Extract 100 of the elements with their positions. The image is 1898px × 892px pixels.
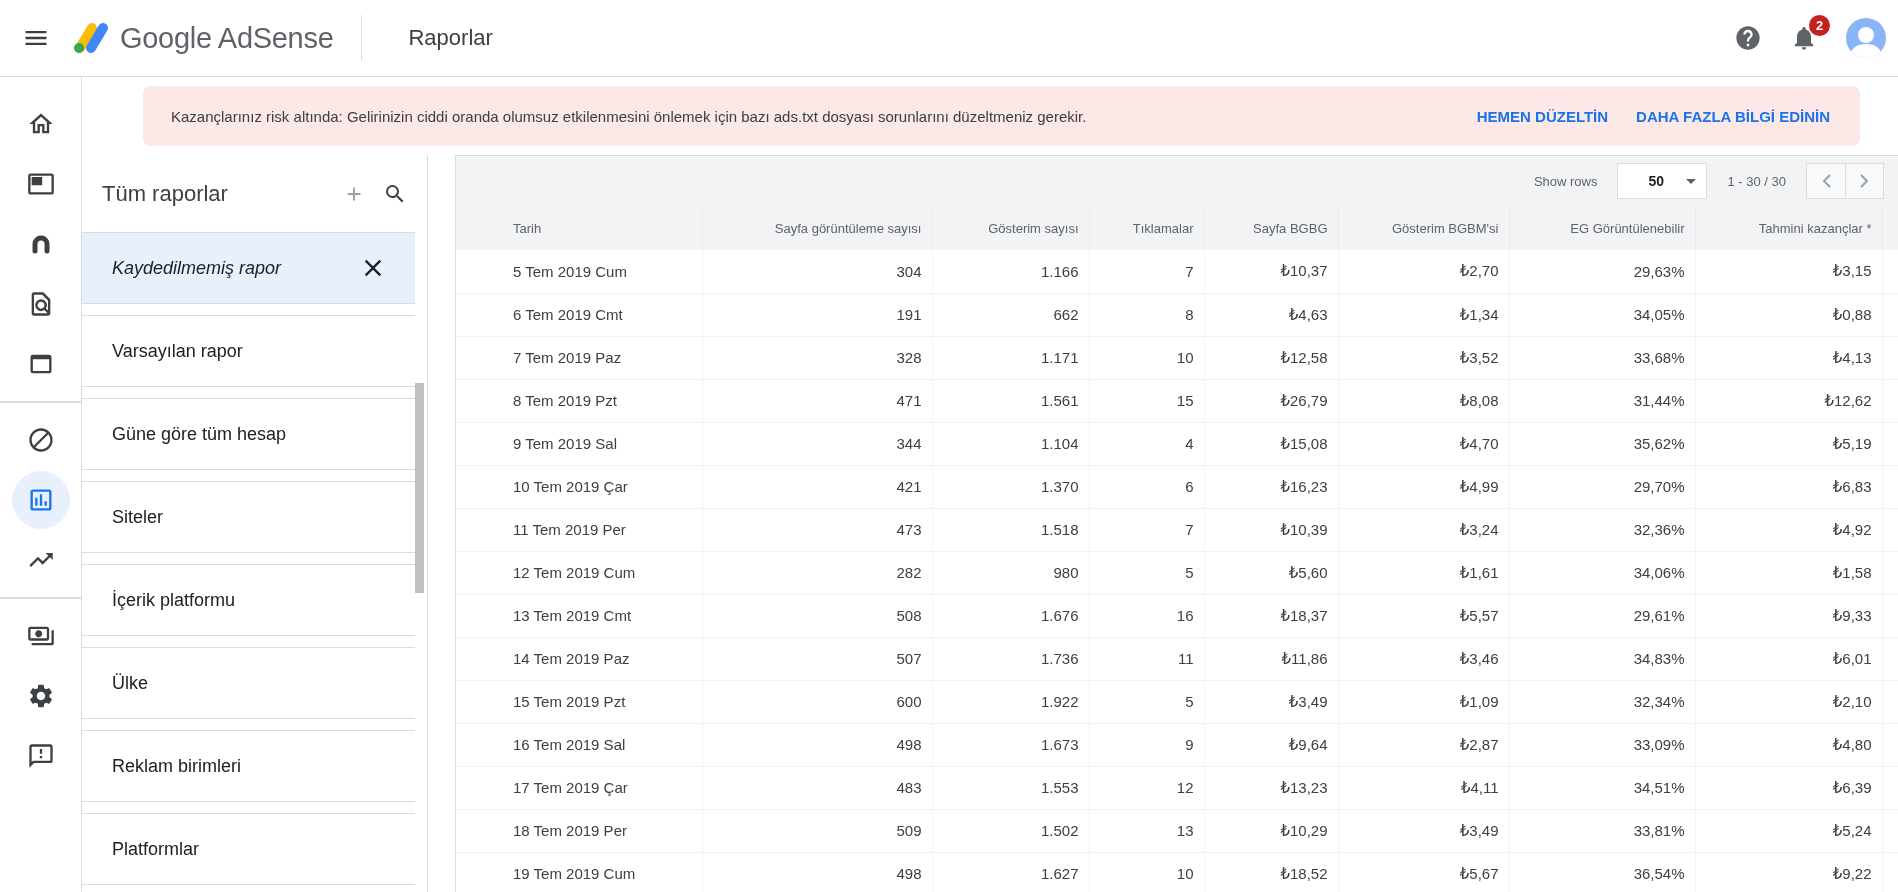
table-cell: 1.736 — [932, 637, 1089, 680]
table-cell: ₺10,37 — [1204, 250, 1338, 293]
table-cell: 36,54% — [1509, 852, 1695, 892]
table-cell: 1.104 — [932, 422, 1089, 465]
table-cell: 421 — [702, 465, 932, 508]
table-cell: ₺3,24 — [1338, 508, 1509, 551]
table-cell: 10 Tem 2019 Çar — [456, 465, 702, 508]
table-cell: ₺5,67 — [1338, 852, 1509, 892]
table-cell: 33,09% — [1509, 723, 1695, 766]
table-cell: ₺3,49 — [1338, 809, 1509, 852]
report-item[interactable]: Platformlar — [82, 813, 415, 885]
table-cell: 10 — [1089, 336, 1204, 379]
column-header[interactable]: Tahmini kazançlar * — [1695, 206, 1882, 250]
report-item[interactable]: Kaydedilmemiş rapor — [82, 232, 415, 304]
table-cell: ₺0,88 — [1695, 293, 1882, 336]
table-cell: 282 — [702, 551, 932, 594]
table-cell: 16 Tem 2019 Sal — [456, 723, 702, 766]
table-cell: 11 — [1089, 637, 1204, 680]
table-cell: 34,06% — [1509, 551, 1695, 594]
table-cell: 508 — [702, 594, 932, 637]
alert-link[interactable]: DAHA FAZLA BİLGİ EDİNİN — [1636, 107, 1830, 125]
table-cell: ₺5,60 — [1204, 551, 1338, 594]
table-cell: ₺6,01 — [1695, 637, 1882, 680]
table-cell: ₺3,52 — [1338, 336, 1509, 379]
table-cell: 29,63% — [1509, 250, 1695, 293]
table-cell: 32,34% — [1509, 680, 1695, 723]
table-cell: 471 — [702, 379, 932, 422]
report-item[interactable]: İçerik platformu — [82, 564, 415, 636]
table-cell: ₺2,10 — [1695, 680, 1882, 723]
report-item[interactable]: Ülke — [82, 647, 415, 719]
column-header[interactable]: Sayfa görüntüleme sayısı — [702, 206, 932, 250]
table-cell: ₺12,62 — [1695, 379, 1882, 422]
table-cell: ₺10,29 — [1204, 809, 1338, 852]
report-item[interactable]: Siteler — [82, 481, 415, 553]
table-cell: ₺26,79 — [1204, 379, 1338, 422]
table-cell: ₺9,64 — [1204, 723, 1338, 766]
column-header[interactable]: Gösterim sayısı — [932, 206, 1089, 250]
table-cell: 473 — [702, 508, 932, 551]
page-range: 1 - 30 / 30 — [1727, 173, 1786, 189]
block-icon — [26, 426, 55, 454]
table-cell: 507 — [702, 637, 932, 680]
table-cell: ₺8,08 — [1338, 379, 1509, 422]
table-cell: ₺3,46 — [1338, 637, 1509, 680]
table-cell: ₺1,34 — [1338, 293, 1509, 336]
table-cell: 32,36% — [1509, 508, 1695, 551]
table-cell: 1.166 — [932, 250, 1089, 293]
rows-per-page-select[interactable]: 50 — [1617, 163, 1708, 199]
table-cell: ₺10,39 — [1204, 508, 1338, 551]
table-cell: ₺4,99 — [1338, 465, 1509, 508]
table-cell: ₺1,58 — [1695, 551, 1882, 594]
table-cell: 1.676 — [932, 594, 1089, 637]
table-cell: 19 Tem 2019 Cum — [456, 852, 702, 892]
report-item[interactable]: Güne göre tüm hesap — [82, 398, 415, 470]
scrollbar-thumb[interactable] — [415, 383, 424, 593]
table-cell: 980 — [932, 551, 1089, 594]
table-cell: 34,51% — [1509, 766, 1695, 809]
table-cell: 498 — [702, 852, 932, 892]
table-cell: 1.518 — [932, 508, 1089, 551]
table-cell: 7 — [1089, 250, 1204, 293]
table-cell: 10 — [1089, 852, 1204, 892]
table-cell: 31,44% — [1509, 379, 1695, 422]
table-cell: 1.553 — [932, 766, 1089, 809]
column-header[interactable]: Sayfa BGBG — [1204, 206, 1338, 250]
report-item[interactable]: Reklam birimleri — [82, 730, 415, 802]
alert-link[interactable]: HEMEN DÜZELTİN — [1476, 107, 1609, 125]
table-cell: 4 — [1089, 422, 1204, 465]
table-cell: 13 Tem 2019 Cmt — [456, 594, 702, 637]
table-cell: ₺4,63 — [1204, 293, 1338, 336]
column-header[interactable]: Gösterim BGBM'si — [1338, 206, 1509, 250]
table-cell: 7 Tem 2019 Paz — [456, 336, 702, 379]
column-header[interactable]: Tarih — [456, 206, 702, 250]
table-cell: 15 — [1089, 379, 1204, 422]
table-cell: 12 — [1089, 766, 1204, 809]
table-cell: 12 Tem 2019 Cum — [456, 551, 702, 594]
column-header[interactable]: EG Görüntülenebilir — [1509, 206, 1695, 250]
table-cell: ₺4,13 — [1695, 336, 1882, 379]
help-button[interactable] — [1734, 24, 1762, 52]
table-cell: 29,61% — [1509, 594, 1695, 637]
column-header[interactable]: Tıklamalar — [1089, 206, 1204, 250]
table-cell: ₺18,37 — [1204, 594, 1338, 637]
table-cell: ₺4,80 — [1695, 723, 1882, 766]
table-cell: 34,05% — [1509, 293, 1695, 336]
table-cell: 304 — [702, 250, 932, 293]
show-rows-label: Show rows — [1533, 173, 1598, 189]
table-cell: 191 — [702, 293, 932, 336]
table-cell: 16 — [1089, 594, 1204, 637]
logo-icon — [72, 22, 110, 54]
caret-icon — [1686, 178, 1697, 184]
table-cell: ₺4,92 — [1695, 508, 1882, 551]
table-cell: ₺9,22 — [1695, 852, 1882, 892]
table-cell: ₺5,19 — [1695, 422, 1882, 465]
table-cell: 18 Tem 2019 Per — [456, 809, 702, 852]
table-cell: 8 Tem 2019 Pzt — [456, 379, 702, 422]
page-title: Raporlar — [408, 25, 493, 51]
person-silhouette-icon — [1850, 24, 1882, 58]
table-cell: 600 — [702, 680, 932, 723]
report-item[interactable]: Varsayılan rapor — [82, 315, 415, 387]
table-cell: ₺16,23 — [1204, 465, 1338, 508]
table-cell: ₺5,57 — [1338, 594, 1509, 637]
table-cell: ₺6,39 — [1695, 766, 1882, 809]
